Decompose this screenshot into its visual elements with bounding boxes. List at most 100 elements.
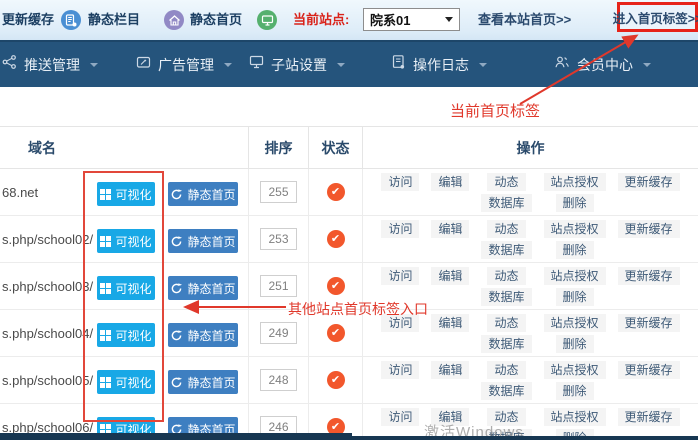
visualize-button[interactable]: 可视化 <box>97 276 155 300</box>
visit-link[interactable]: 访问 <box>381 173 419 191</box>
status-enabled-icon[interactable]: ✔ <box>327 324 345 342</box>
static-home-action[interactable]: 静态首页 <box>190 0 242 40</box>
select-caret-icon <box>445 17 453 22</box>
static-home-button[interactable]: 静态首页 <box>168 182 238 206</box>
update-cache-link[interactable]: 更新缓存 <box>618 220 680 238</box>
edit-link[interactable]: 编辑 <box>431 220 469 238</box>
domain-text: 68.net <box>2 169 38 216</box>
grid-icon <box>100 236 111 247</box>
edit-link[interactable]: 编辑 <box>431 314 469 332</box>
auth-delete-group: 站点授权 删除 <box>544 220 606 259</box>
update-cache-link[interactable]: 更新缓存 <box>618 267 680 285</box>
site-auth-link[interactable]: 站点授权 <box>544 267 606 285</box>
status-enabled-icon[interactable]: ✔ <box>327 277 345 295</box>
site-auth-link[interactable]: 站点授权 <box>544 220 606 238</box>
nav-operation-log[interactable]: 操作日志 <box>390 42 487 87</box>
header-sort: 排序 <box>248 127 308 168</box>
delete-link[interactable]: 删除 <box>556 241 594 259</box>
status-cell: ✔ <box>308 263 362 309</box>
domain-cell: s.php/school04/ 可视化 <box>0 310 248 356</box>
grid-icon <box>100 283 111 294</box>
status-enabled-icon[interactable]: ✔ <box>327 183 345 201</box>
table-row: 68.net 可视化 <box>0 169 698 216</box>
static-home-button[interactable]: 静态首页 <box>168 370 238 394</box>
sort-input[interactable] <box>260 181 297 203</box>
header-domain: 域名 <box>0 127 248 168</box>
auth-delete-group: 站点授权 删除 <box>544 173 606 212</box>
current-site-label: 当前站点: <box>293 0 349 40</box>
chevron-down-icon <box>337 63 345 67</box>
push-management-icon <box>1 54 18 75</box>
header-actions: 操作 <box>362 127 698 168</box>
visualize-button[interactable]: 可视化 <box>97 323 155 347</box>
visualize-button[interactable]: 可视化 <box>97 182 155 206</box>
nav-ad-management[interactable]: 广告管理 <box>135 42 232 87</box>
site-auth-link[interactable]: 站点授权 <box>544 173 606 191</box>
sort-input[interactable] <box>260 369 297 391</box>
update-cache-link[interactable]: 更新缓存 <box>618 361 680 379</box>
nav-member-center[interactable]: 会员中心 <box>553 42 651 87</box>
site-auth-link[interactable]: 站点授权 <box>544 314 606 332</box>
dynamic-db-link[interactable]: 动态 数据库 <box>481 173 531 212</box>
view-site-home-link[interactable]: 查看本站首页>> <box>478 0 571 40</box>
delete-link[interactable]: 删除 <box>556 382 594 400</box>
update-cache-link[interactable]: 更新缓存 <box>618 408 680 426</box>
visit-link[interactable]: 访问 <box>381 267 419 285</box>
table-row: s.php/school05/ 可视化 <box>0 357 698 404</box>
dynamic-db-link[interactable]: 动态 数据库 <box>481 267 531 306</box>
sort-input[interactable] <box>260 275 297 297</box>
domain-text: s.php/school05/ <box>2 357 93 404</box>
static-home-icon[interactable] <box>164 10 184 30</box>
visualize-button[interactable]: 可视化 <box>97 370 155 394</box>
status-enabled-icon[interactable]: ✔ <box>327 230 345 248</box>
static-column-icon[interactable] <box>61 10 81 30</box>
domain-cell: 68.net 可视化 <box>0 169 248 215</box>
refresh-icon <box>170 188 183 201</box>
static-home-button[interactable]: 静态首页 <box>168 323 238 347</box>
dynamic-db-link[interactable]: 动态 数据库 <box>481 220 531 259</box>
sort-cell <box>248 169 308 215</box>
update-cache-link[interactable]: 更新缓存 <box>618 314 680 332</box>
current-site-icon <box>257 10 277 30</box>
nav-subsite-settings[interactable]: 子站设置 <box>248 42 345 87</box>
dynamic-db-link[interactable]: 动态 数据库 <box>481 314 531 353</box>
site-auth-link[interactable]: 站点授权 <box>544 361 606 379</box>
update-cache-link[interactable]: 更新缓存 <box>618 173 680 191</box>
auth-delete-group: 站点授权 删除 <box>544 267 606 306</box>
subsite-settings-icon <box>248 54 265 75</box>
auth-delete-group: 站点授权 删除 <box>544 361 606 400</box>
edit-link[interactable]: 编辑 <box>431 361 469 379</box>
visit-link[interactable]: 访问 <box>381 361 419 379</box>
site-auth-link[interactable]: 站点授权 <box>544 408 606 426</box>
enter-home-tag-link[interactable]: 进入首页标签>> <box>617 2 698 32</box>
edit-link[interactable]: 编辑 <box>431 267 469 285</box>
visit-link[interactable]: 访问 <box>381 314 419 332</box>
table-row: s.php/school02/ 可视化 <box>0 216 698 263</box>
grid-icon <box>100 377 111 388</box>
sort-cell <box>248 216 308 262</box>
actions-cell: 访问 编辑 动态 数据库 站点授权 删除 更新缓存 <box>362 404 698 440</box>
edit-link[interactable]: 编辑 <box>431 408 469 426</box>
delete-link[interactable]: 删除 <box>556 194 594 212</box>
actions-cell: 访问 编辑 动态 数据库 站点授权 删除 更新缓存 <box>362 357 698 403</box>
visit-link[interactable]: 访问 <box>381 220 419 238</box>
sort-input[interactable] <box>260 322 297 344</box>
dynamic-db-link[interactable]: 动态 数据库 <box>481 361 531 400</box>
edit-link[interactable]: 编辑 <box>431 173 469 191</box>
sort-input[interactable] <box>260 228 297 250</box>
update-cache-action[interactable]: 更新缓存 <box>2 0 54 40</box>
status-enabled-icon[interactable]: ✔ <box>327 371 345 389</box>
sort-cell <box>248 310 308 356</box>
static-home-button[interactable]: 静态首页 <box>168 229 238 253</box>
visualize-button[interactable]: 可视化 <box>97 229 155 253</box>
domain-cell: s.php/school02/ 可视化 <box>0 216 248 262</box>
static-column-action[interactable]: 静态栏目 <box>88 0 140 40</box>
site-select[interactable]: 院系01 <box>363 8 460 31</box>
delete-link[interactable]: 删除 <box>556 335 594 353</box>
nav-push-management[interactable]: 推送管理 <box>1 42 98 87</box>
visit-link[interactable]: 访问 <box>381 408 419 426</box>
header-status: 状态 <box>308 127 362 168</box>
refresh-icon <box>170 376 183 389</box>
delete-link[interactable]: 删除 <box>556 288 594 306</box>
static-home-button[interactable]: 静态首页 <box>168 276 238 300</box>
